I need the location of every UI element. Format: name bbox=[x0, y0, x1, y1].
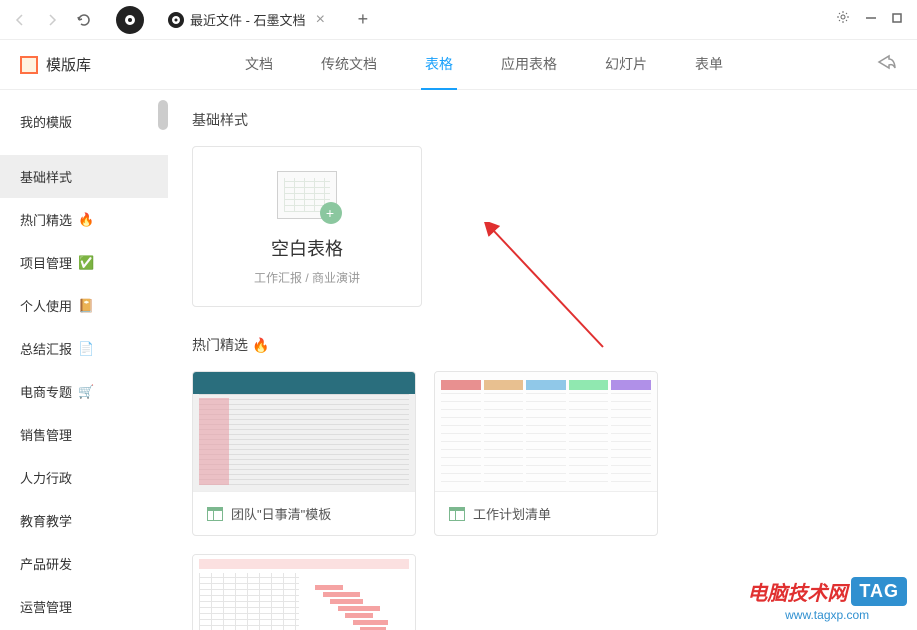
template-name: 工作计划清单 bbox=[473, 504, 551, 523]
settings-icon[interactable] bbox=[835, 9, 851, 30]
template-card[interactable]: 日历工作计划表 bbox=[192, 554, 416, 630]
spreadsheet-icon: + bbox=[277, 171, 337, 219]
template-card[interactable]: 工作计划清单 bbox=[434, 371, 658, 536]
category-tabs: 文档 传统文档 表格 应用表格 幻灯片 表单 bbox=[241, 40, 727, 90]
back-button[interactable] bbox=[8, 8, 32, 32]
share-icon[interactable] bbox=[877, 53, 897, 76]
cart-icon: 🛒 bbox=[78, 384, 94, 400]
sidebar-item-education[interactable]: 教育教学 bbox=[0, 499, 168, 542]
sidebar: 我的模版 基础样式 热门精选🔥 项目管理✅ 个人使用📔 总结汇报📄 电商专题🛒 … bbox=[0, 40, 168, 630]
fire-icon: 🔥 bbox=[78, 212, 94, 228]
tab-legacy-document[interactable]: 传统文档 bbox=[317, 40, 381, 90]
sidebar-item-hr[interactable]: 人力行政 bbox=[0, 456, 168, 499]
notebook-icon: 📔 bbox=[78, 298, 94, 314]
check-icon: ✅ bbox=[78, 255, 94, 271]
template-preview bbox=[435, 372, 657, 492]
section-hot-title: 热门精选 🔥 bbox=[192, 335, 893, 355]
shimo-logo-icon bbox=[116, 6, 144, 34]
sidebar-scrollbar[interactable] bbox=[158, 100, 168, 130]
tab-strip: 最近文件 - 石墨文档 × + bbox=[104, 2, 821, 38]
watermark-url: www.tagxp.com bbox=[747, 608, 907, 622]
template-preview bbox=[193, 555, 415, 630]
sheet-icon bbox=[449, 507, 465, 521]
tab-title: 最近文件 - 石墨文档 bbox=[190, 10, 306, 29]
app-body: 我的模版 基础样式 热门精选🔥 项目管理✅ 个人使用📔 总结汇报📄 电商专题🛒 … bbox=[0, 40, 917, 630]
app-header: 模版库 文档 传统文档 表格 应用表格 幻灯片 表单 bbox=[0, 40, 917, 90]
blank-card-subtitle: 工作汇报 / 商业演讲 bbox=[254, 269, 360, 286]
sidebar-item-ecommerce[interactable]: 电商专题🛒 bbox=[0, 370, 168, 413]
template-name: 团队"日事清"模板 bbox=[231, 504, 331, 523]
active-tab[interactable]: 最近文件 - 石墨文档 × bbox=[156, 2, 341, 38]
sidebar-item-personal[interactable]: 个人使用📔 bbox=[0, 284, 168, 327]
brand-label: 模版库 bbox=[46, 54, 91, 75]
main-content: 基础样式 + 空白表格 工作汇报 / 商业演讲 热门精选 🔥 团队"日事清"模板 bbox=[168, 40, 917, 630]
tab-slides[interactable]: 幻灯片 bbox=[601, 40, 651, 90]
brand[interactable]: 模版库 bbox=[20, 54, 91, 75]
fire-icon: 🔥 bbox=[252, 337, 269, 354]
new-tab-button[interactable]: + bbox=[349, 6, 377, 34]
minimize-button[interactable] bbox=[865, 11, 877, 29]
blank-spreadsheet-card[interactable]: + 空白表格 工作汇报 / 商业演讲 bbox=[192, 146, 422, 307]
section-basic-title: 基础样式 bbox=[192, 110, 893, 130]
tab-document[interactable]: 文档 bbox=[241, 40, 277, 90]
template-card[interactable]: 团队"日事清"模板 bbox=[192, 371, 416, 536]
watermark-text: 电脑技术网 bbox=[747, 577, 847, 606]
sidebar-item-hot[interactable]: 热门精选🔥 bbox=[0, 198, 168, 241]
sidebar-item-project-mgmt[interactable]: 项目管理✅ bbox=[0, 241, 168, 284]
template-preview bbox=[193, 372, 415, 492]
tab-form[interactable]: 表单 bbox=[691, 40, 727, 90]
shimo-favicon-icon bbox=[168, 12, 184, 28]
blank-card-title: 空白表格 bbox=[271, 235, 343, 261]
sheet-icon bbox=[207, 507, 223, 521]
sidebar-item-product-dev[interactable]: 产品研发 bbox=[0, 542, 168, 585]
template-library-icon bbox=[20, 56, 38, 74]
pinned-tab[interactable] bbox=[104, 2, 156, 38]
sidebar-item-my-templates[interactable]: 我的模版 bbox=[0, 100, 168, 143]
tab-app-sheet[interactable]: 应用表格 bbox=[497, 40, 561, 90]
sidebar-item-basic-styles[interactable]: 基础样式 bbox=[0, 155, 168, 198]
nav-controls bbox=[0, 8, 104, 32]
watermark: 电脑技术网 TAG www.tagxp.com bbox=[747, 577, 907, 622]
watermark-tag: TAG bbox=[851, 577, 907, 606]
window-controls bbox=[821, 9, 917, 30]
maximize-button[interactable] bbox=[891, 11, 903, 29]
sidebar-item-sales[interactable]: 销售管理 bbox=[0, 413, 168, 456]
annotation-arrow bbox=[478, 222, 608, 352]
plus-badge-icon: + bbox=[322, 205, 338, 221]
report-icon: 📄 bbox=[78, 341, 94, 357]
forward-button[interactable] bbox=[40, 8, 64, 32]
reload-button[interactable] bbox=[72, 8, 96, 32]
browser-titlebar: 最近文件 - 石墨文档 × + bbox=[0, 0, 917, 40]
tab-close-button[interactable]: × bbox=[312, 11, 329, 29]
sidebar-item-operations[interactable]: 运营管理 bbox=[0, 585, 168, 628]
sidebar-item-summary-report[interactable]: 总结汇报📄 bbox=[0, 327, 168, 370]
tab-spreadsheet[interactable]: 表格 bbox=[421, 40, 457, 90]
